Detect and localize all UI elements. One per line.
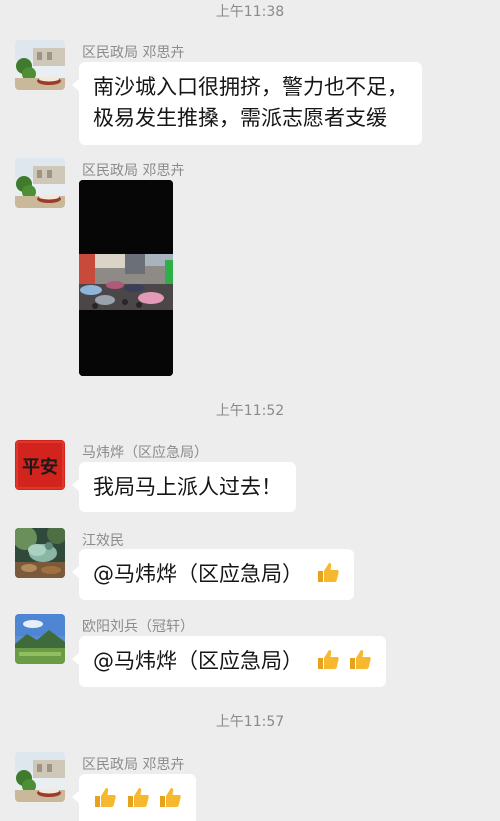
- avatar[interactable]: 平安: [15, 440, 65, 490]
- avatar[interactable]: [15, 528, 65, 578]
- thumbs-up-icon: [348, 647, 372, 680]
- sender-name: 欧阳刘兵（冠轩）: [82, 619, 194, 635]
- message-bubble[interactable]: 我局马上派人过去！: [72, 462, 296, 512]
- pigeon-avatar-image: [15, 528, 65, 578]
- avatar-text: 平安: [22, 456, 58, 478]
- thumbs-up-icon: [316, 560, 340, 593]
- sender-name: 区民政局 邓思卉: [82, 757, 185, 773]
- thumbs-up-icon: [126, 785, 150, 818]
- timestamp: 上午11:52: [215, 403, 285, 419]
- ping-an-red-avatar-image: 平安: [15, 440, 65, 490]
- sender-name: 区民政局 邓思卉: [82, 45, 185, 61]
- avatar[interactable]: [15, 158, 65, 208]
- message-text: 南沙城入口很拥挤，警力也不足，: [93, 75, 408, 99]
- garden-courtyard-avatar-image: [15, 752, 65, 802]
- timestamp: 上午11:57: [215, 714, 285, 730]
- sender-name: 马炜烨（区应急局）: [82, 445, 208, 461]
- message-bubble[interactable]: @马炜烨（区应急局）: [71, 636, 387, 687]
- avatar[interactable]: [15, 752, 65, 802]
- thumbs-up-icon: [158, 785, 182, 818]
- sender-name: 区民政局 邓思卉: [82, 163, 185, 179]
- message-text: 我局马上派人过去！: [93, 475, 282, 499]
- avatar[interactable]: [15, 40, 65, 90]
- garden-courtyard-avatar-image: [15, 158, 65, 208]
- message-text: 极易发生推搡，需派志愿者支缓: [93, 106, 387, 130]
- message-bubble[interactable]: [71, 774, 197, 821]
- message-bubble[interactable]: @马炜烨（区应急局）: [72, 549, 354, 600]
- avatar[interactable]: [15, 614, 65, 664]
- message-text: @马炜烨（区应急局）: [93, 649, 303, 673]
- video-thumbnail[interactable]: [79, 180, 173, 376]
- sender-name: 江效民: [82, 533, 124, 549]
- landscape-avatar-image: [15, 614, 65, 664]
- thumbs-up-icon: [316, 647, 340, 680]
- message-bubble[interactable]: 南沙城入口很拥挤，警力也不足， 极易发生推搡，需派志愿者支缓: [72, 62, 422, 145]
- thumbs-up-icon: [93, 785, 117, 818]
- timestamp: 上午11:38: [215, 4, 285, 20]
- crowd-street-image: [79, 180, 173, 376]
- garden-courtyard-avatar-image: [15, 40, 65, 90]
- message-text: @马炜烨（区应急局）: [93, 562, 303, 586]
